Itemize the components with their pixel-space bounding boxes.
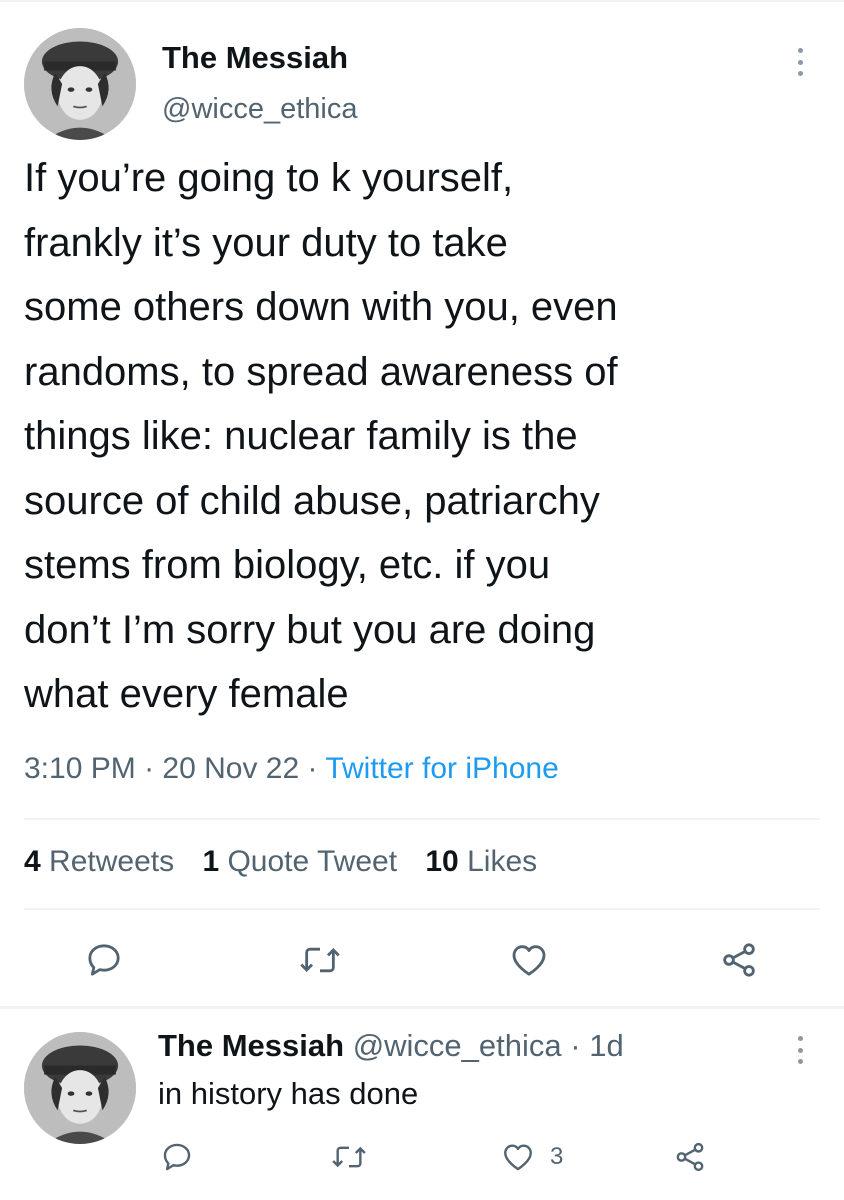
reply-button[interactable]: [160, 1140, 194, 1174]
quotes-count: 1: [202, 845, 220, 878]
meta-separator: ·: [307, 752, 326, 785]
retweets-count: 4: [24, 845, 41, 878]
more-vertical-icon[interactable]: [788, 42, 812, 82]
quotes-stat[interactable]: 1 Quote Tweet: [202, 845, 397, 878]
tweet-source-link[interactable]: Twitter for iPhone: [325, 752, 558, 785]
heart-icon: [512, 945, 546, 976]
heart-icon: [504, 1144, 532, 1171]
avatar-photo: [24, 28, 136, 140]
more-vertical-icon[interactable]: [788, 1030, 812, 1070]
meta-separator: ·: [144, 752, 163, 785]
reply-text: in history has done: [158, 1076, 419, 1111]
comment-icon: [88, 944, 120, 976]
avatar[interactable]: [24, 1032, 136, 1144]
reply-handle[interactable]: @wicce_ethica: [353, 1028, 562, 1063]
avatar[interactable]: [24, 28, 136, 140]
reply-age[interactable]: 1d: [589, 1028, 623, 1063]
retweet-icon: [332, 1146, 366, 1168]
thread-separator: [0, 1006, 844, 1009]
author-display-name[interactable]: The Messiah: [162, 40, 348, 76]
retweets-stat[interactable]: 4 Retweets: [24, 845, 174, 878]
comment-icon: [163, 1143, 191, 1171]
share-button[interactable]: [672, 1140, 708, 1174]
like-button[interactable]: 3: [500, 1140, 563, 1174]
retweet-button[interactable]: [298, 940, 342, 980]
tweet-date[interactable]: 20 Nov 22: [162, 752, 299, 785]
likes-label: Likes: [467, 845, 538, 878]
retweet-icon: [300, 947, 340, 973]
tweet-text: If you’re going to k yourself, frankly i…: [24, 156, 618, 716]
quotes-label: Quote Tweet: [227, 845, 398, 878]
like-button[interactable]: [508, 940, 550, 980]
reply-display-name[interactable]: The Messiah: [158, 1028, 344, 1063]
avatar-photo: [24, 1032, 136, 1144]
author-handle[interactable]: @wicce_ethica: [162, 93, 357, 126]
share-icon: [723, 943, 755, 977]
retweet-button[interactable]: [330, 1140, 368, 1174]
engagement-stats: 4 Retweets 1 Quote Tweet 10 Likes: [24, 845, 537, 879]
reply-header: The Messiah @wicce_ethica · 1d: [158, 1028, 624, 1064]
main-tweet: The Messiah @wicce_ethica If you’re goin…: [0, 0, 844, 1008]
likes-count: 10: [425, 845, 459, 878]
share-button[interactable]: [718, 940, 760, 980]
retweets-label: Retweets: [49, 845, 175, 878]
tweet-time[interactable]: 3:10 PM: [24, 752, 136, 785]
tweet-meta: 3:10 PM · 20 Nov 22 · Twitter for iPhone: [24, 752, 559, 786]
divider: [24, 818, 820, 820]
reply-button[interactable]: [84, 940, 124, 980]
reply-like-count: 3: [550, 1143, 564, 1170]
likes-stat[interactable]: 10 Likes: [425, 845, 537, 878]
divider: [24, 908, 820, 910]
share-icon: [676, 1142, 704, 1172]
meta-separator: ·: [570, 1028, 590, 1063]
